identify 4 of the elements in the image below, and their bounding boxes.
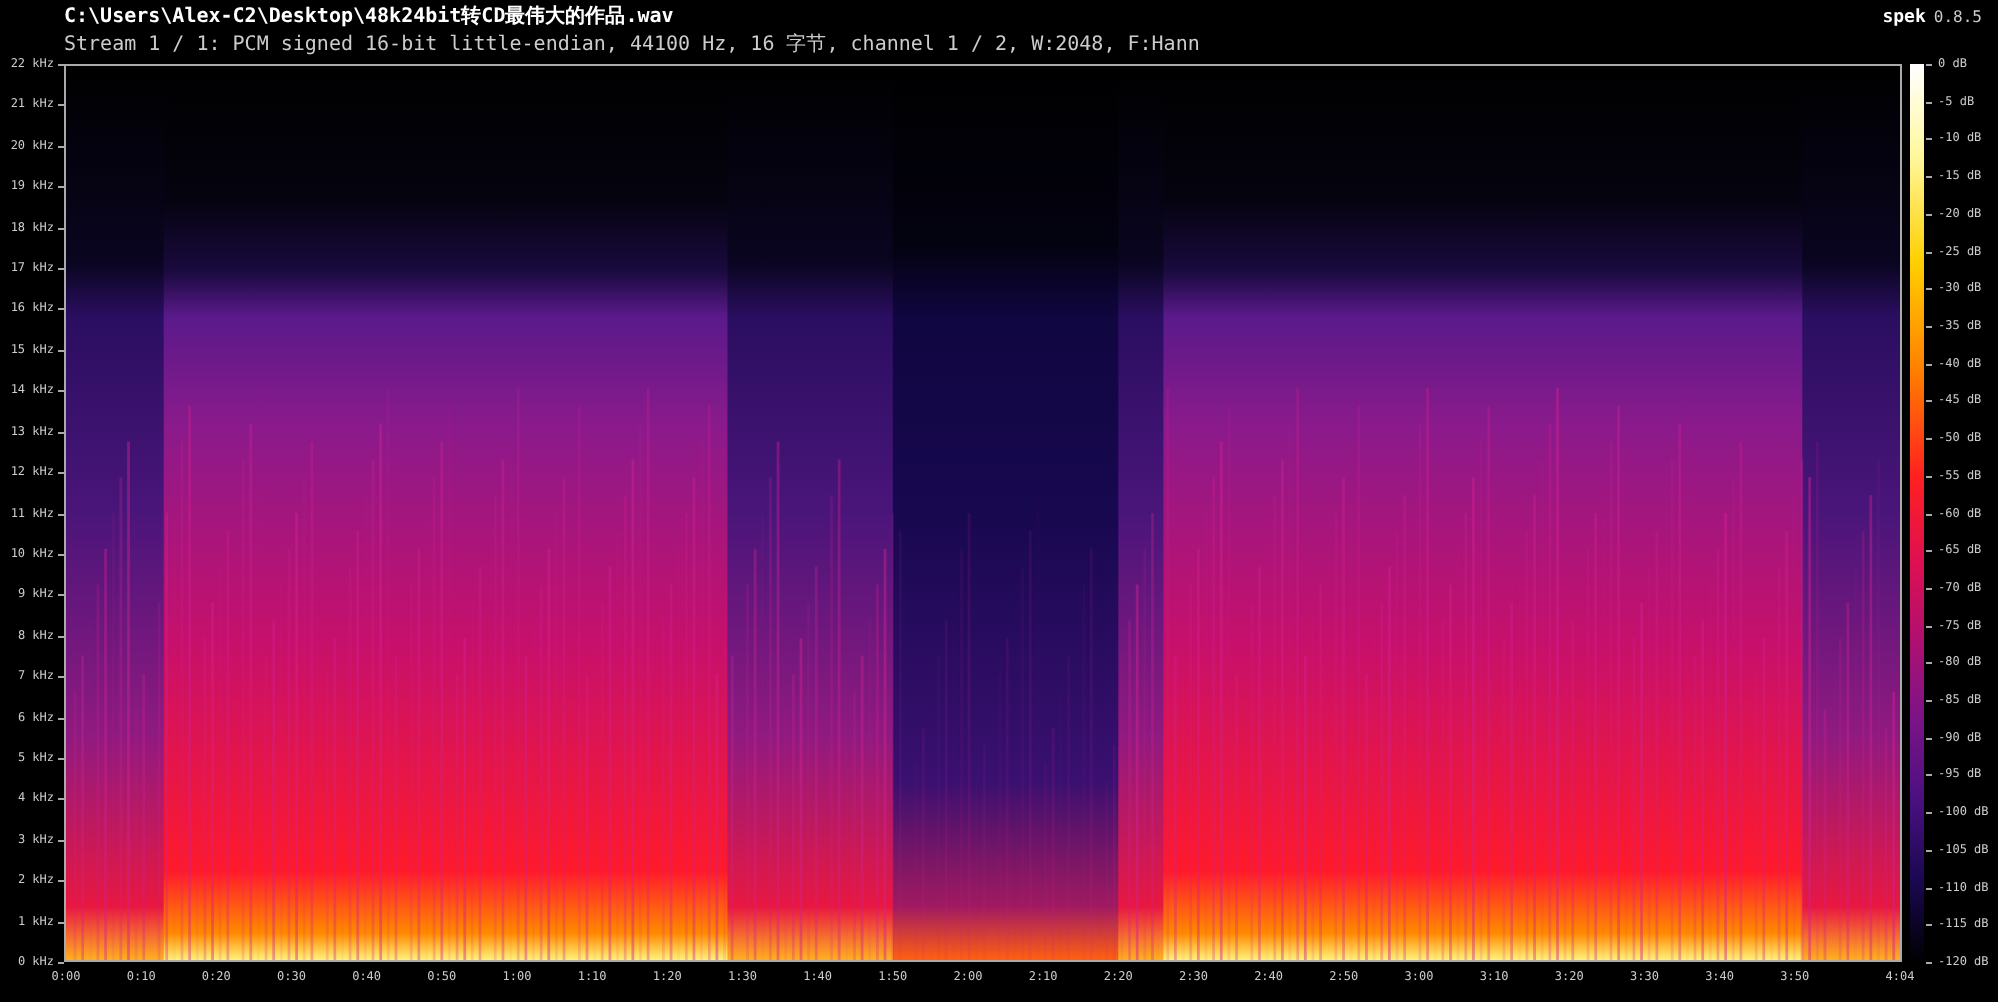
file-title: C:\Users\Alex-C2\Desktop\48k24bit转CD最伟大的作品.wav <box>64 4 676 32</box>
app-name: spek <box>1882 8 1926 28</box>
stream-info: Stream 1 / 1: PCM signed 16-bit little-endian, 44100 Hz, 16 字节, channel 1 / 2, W:2048, F:Hann <box>64 32 1200 60</box>
app-version: 0.8.5 <box>1933 8 1982 26</box>
